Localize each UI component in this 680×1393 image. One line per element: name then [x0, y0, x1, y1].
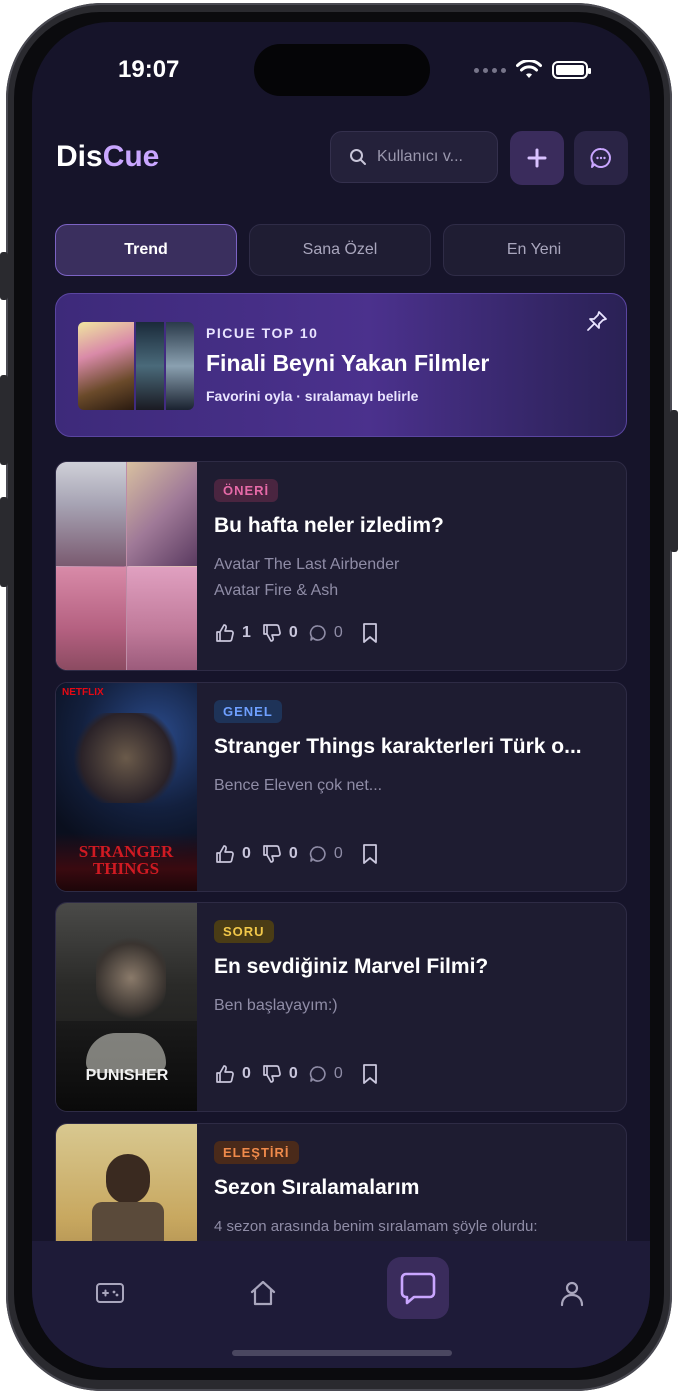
like-button[interactable]: 1: [214, 622, 251, 644]
comment-count: 0: [333, 1065, 343, 1082]
messages-button[interactable]: [574, 131, 628, 185]
post-card[interactable]: ÖNERİ Bu hafta neler izledim? Avatar The…: [55, 461, 627, 671]
featured-kicker: PICUE TOP 10: [206, 325, 319, 341]
bookmark-icon[interactable]: [359, 1063, 381, 1085]
post-badge: GENEL: [214, 700, 282, 723]
wifi-icon: [516, 60, 542, 78]
search-input[interactable]: Kullanıcı v...: [330, 131, 498, 183]
post-actions: 0 0 0: [214, 843, 381, 865]
post-title: Sezon Sıralamalarım: [214, 1176, 420, 1199]
comment-count: 0: [333, 624, 343, 641]
dynamic-island: [254, 44, 430, 96]
bookmark-icon[interactable]: [359, 622, 381, 644]
thumbs-down-icon: [263, 845, 281, 863]
comment-icon: [309, 1066, 326, 1082]
add-post-button[interactable]: [510, 131, 564, 185]
dislike-count: 0: [288, 624, 298, 641]
post-thumbnail: PUNISHER: [56, 903, 197, 1111]
like-button[interactable]: 0: [214, 843, 251, 865]
plus-icon: [527, 148, 547, 168]
mute-switch: [0, 252, 8, 300]
dislike-count: 0: [288, 1065, 298, 1082]
featured-title: Finali Beyni Yakan Filmler: [206, 350, 490, 376]
comment-button[interactable]: 0: [308, 844, 343, 864]
post-title: Bu hafta neler izledim?: [214, 514, 444, 537]
chat-icon: [400, 1272, 436, 1305]
status-time: 19:07: [118, 56, 180, 83]
thumbs-down-icon: [263, 624, 281, 642]
post-thumbnail: [56, 462, 197, 670]
post-card[interactable]: PUNISHER SORU En sevdiğiniz Marvel Filmi…: [55, 902, 627, 1112]
like-count: 0: [242, 1065, 251, 1082]
tab-trend[interactable]: Trend: [55, 224, 237, 276]
bookmark-icon[interactable]: [359, 843, 381, 865]
battery-icon: [552, 61, 591, 79]
post-badge: ELEŞTİRİ: [214, 1141, 299, 1164]
app-screen: 19:07 DisCue Kullanıcı v... Trend Sana Ö…: [32, 22, 650, 1368]
post-card[interactable]: STRANGER THINGS NETFLIX GENEL Stranger Th…: [55, 682, 627, 892]
volume-up-button: [0, 375, 8, 465]
tab-en-yeni[interactable]: En Yeni: [443, 224, 625, 276]
power-button: [670, 410, 678, 552]
tab-sana-ozel[interactable]: Sana Özel: [249, 224, 431, 276]
dislike-button[interactable]: 0: [261, 843, 298, 865]
search-icon: [350, 149, 366, 165]
thumbs-up-icon: [216, 624, 234, 642]
volume-down-button: [0, 497, 8, 587]
post-thumbnail: STRANGER THINGS NETFLIX: [56, 683, 197, 891]
thumbs-down-icon: [263, 1065, 281, 1083]
feed-tabs: Trend Sana Özel En Yeni: [55, 224, 625, 276]
comment-count: 0: [333, 845, 343, 862]
comment-icon: [309, 846, 326, 862]
home-indicator: [232, 1350, 452, 1356]
bottom-navigation: [32, 1241, 650, 1368]
featured-card[interactable]: PICUE TOP 10 Finali Beyni Yakan Filmler …: [55, 293, 627, 437]
post-title: En sevdiğiniz Marvel Filmi?: [214, 955, 489, 978]
post-badge: ÖNERİ: [214, 479, 279, 502]
pin-icon[interactable]: [586, 310, 608, 332]
search-placeholder: Kullanıcı v...: [377, 148, 463, 165]
post-excerpt-line: Bence Eleven çok net...: [214, 777, 383, 794]
nav-discussions[interactable]: [387, 1257, 449, 1319]
comment-button[interactable]: 0: [308, 1064, 343, 1084]
dislike-button[interactable]: 0: [261, 622, 298, 644]
home-icon: [250, 1280, 276, 1306]
like-count: 0: [242, 845, 251, 862]
featured-poster-collage: [78, 322, 194, 410]
comment-icon: [309, 625, 326, 641]
comment-button[interactable]: 0: [308, 623, 343, 643]
nav-games[interactable]: [88, 1271, 132, 1315]
like-count: 1: [242, 624, 251, 641]
signal-icon: [474, 67, 506, 73]
thumbs-up-icon: [216, 845, 234, 863]
profile-icon: [560, 1281, 584, 1307]
post-excerpt-line: Ben başlayayım:): [214, 997, 338, 1014]
featured-subtitle: Favorini oyla · sıralamayı belirle: [206, 388, 419, 404]
post-excerpt-line: 4 sezon arasında benim sıralamam şöyle o…: [214, 1218, 538, 1235]
chat-bubble-icon: [590, 148, 611, 168]
post-excerpt-line: Avatar The Last Airbender: [214, 556, 400, 573]
post-actions: 0 0 0: [214, 1063, 381, 1085]
post-badge: SORU: [214, 920, 274, 943]
thumbs-up-icon: [216, 1065, 234, 1083]
nav-profile[interactable]: [550, 1271, 594, 1315]
app-logo: DisCue: [56, 140, 160, 173]
status-icons: [474, 60, 591, 80]
gamepad-icon: [96, 1283, 124, 1303]
dislike-button[interactable]: 0: [261, 1063, 298, 1085]
post-actions: 1 0 0: [214, 622, 381, 644]
dislike-count: 0: [288, 845, 298, 862]
like-button[interactable]: 0: [214, 1063, 251, 1085]
post-excerpt-line: Avatar Fire & Ash: [214, 582, 339, 599]
nav-home[interactable]: [241, 1271, 285, 1315]
post-title: Stranger Things karakterleri Türk o...: [214, 735, 582, 758]
